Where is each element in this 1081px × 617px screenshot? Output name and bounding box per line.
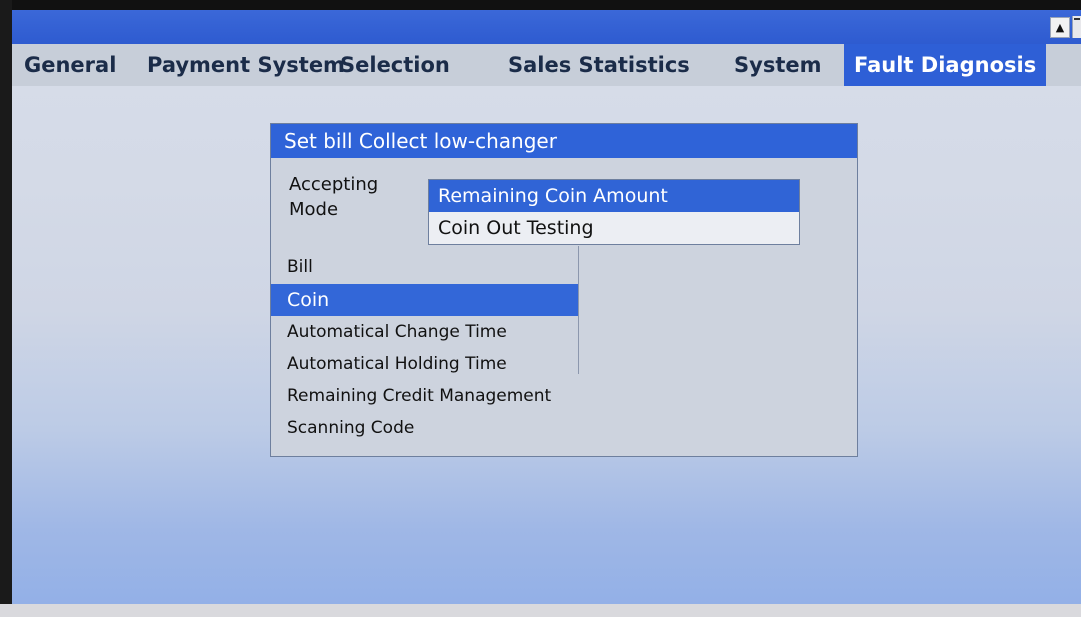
mode-dropdown[interactable]: Remaining Coin Amount Coin Out Testing	[428, 179, 800, 245]
title-bar: ▲	[12, 10, 1081, 44]
dropdown-option-coin-out-testing[interactable]: Coin Out Testing	[429, 212, 799, 244]
scroll-up-button[interactable]: ▲	[1050, 17, 1070, 38]
accepting-mode-label: Accepting Mode	[289, 174, 379, 220]
tab-selection[interactable]: Selection	[340, 44, 450, 86]
screen: ▲ General Payment System Selection Sales…	[12, 10, 1081, 604]
menu-item-automatical-change-time[interactable]: Automatical Change Time	[271, 316, 857, 348]
menu-item-remaining-credit-management[interactable]: Remaining Credit Management	[271, 380, 857, 412]
screen-bezel-bottom	[0, 604, 1081, 617]
triangle-up-icon: ▲	[1055, 21, 1065, 34]
scrollbar-thumb[interactable]	[1074, 18, 1080, 20]
tab-bar: General Payment System Selection Sales S…	[12, 44, 1081, 86]
menu-item-bill[interactable]: Bill	[271, 251, 857, 283]
tab-payment-system[interactable]: Payment System	[147, 44, 345, 86]
tab-system[interactable]: System	[734, 44, 821, 86]
settings-dialog: Set bill Collect low-changer Accepting M…	[270, 123, 858, 457]
tab-sales-statistics[interactable]: Sales Statistics	[508, 44, 690, 86]
menu-item-coin[interactable]: Coin	[271, 284, 578, 316]
dropdown-option-remaining-coin-amount[interactable]: Remaining Coin Amount	[429, 180, 799, 212]
tab-general[interactable]: General	[24, 44, 116, 86]
menu-item-scanning-code[interactable]: Scanning Code	[271, 412, 857, 444]
dialog-title: Set bill Collect low-changer	[271, 124, 857, 158]
menu-item-automatical-holding-time[interactable]: Automatical Holding Time	[271, 348, 857, 380]
scrollbar[interactable]	[1072, 16, 1081, 38]
tab-fault-diagnosis[interactable]: Fault Diagnosis	[844, 44, 1047, 86]
screen-bezel-left	[0, 0, 12, 617]
